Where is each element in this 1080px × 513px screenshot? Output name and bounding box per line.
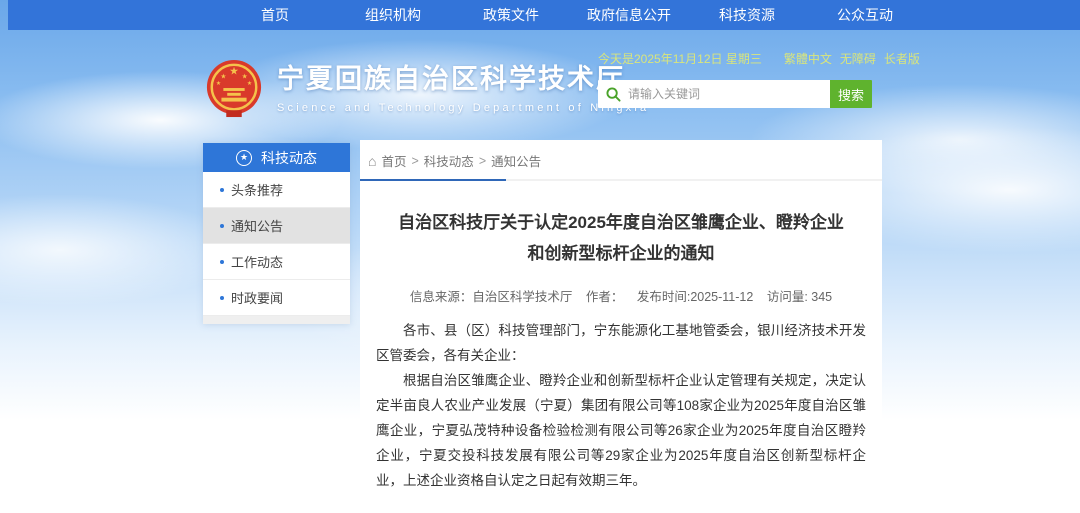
main-content-panel: ⌂ 首页 > 科技动态 > 通知公告 自治区科技厅关于认定2025年度自治区雏鹰…: [360, 140, 882, 513]
nav-item-organization[interactable]: 组织机构: [334, 5, 452, 25]
header-utilities: 今天是2025年11月12日 星期三 繁體中文 无障碍 长者版 搜索: [598, 50, 872, 108]
article-paragraph: 各市、县（区）科技管理部门，宁东能源化工基地管委会，银川经济技术开发区管委会，各…: [376, 318, 866, 368]
nav-item-policy-documents[interactable]: 政策文件: [452, 5, 570, 25]
circled-star-icon: ★: [236, 150, 252, 166]
sidebar-item-label: 时政要闻: [231, 288, 283, 307]
search-input[interactable]: [628, 82, 830, 106]
site-title: 宁夏回族自治区科学技术厅: [277, 66, 649, 93]
sidebar-footer-strip: [203, 316, 350, 324]
link-elderly-version[interactable]: 长者版: [884, 50, 920, 67]
sidebar-header-label: 科技动态: [261, 148, 317, 168]
sidebar-item-headline-picks[interactable]: 头条推荐: [203, 172, 350, 208]
meta-source: 信息来源：自治区科学技术厅: [410, 290, 573, 304]
search-bar: 搜索: [598, 80, 872, 108]
bullet-dot-icon: [220, 296, 224, 300]
national-emblem-icon: ★ ★ ★ ★ ★: [205, 58, 263, 120]
sidebar-item-label: 通知公告: [231, 216, 283, 235]
article: 自治区科技厅关于认定2025年度自治区雏鹰企业、瞪羚企业 和创新型标杆企业的通知…: [360, 207, 882, 513]
breadcrumb-notices[interactable]: 通知公告: [491, 151, 541, 170]
search-button[interactable]: 搜索: [830, 80, 872, 108]
header-meta-row: 今天是2025年11月12日 星期三 繁體中文 无障碍 长者版: [598, 50, 872, 67]
meta-visit-count: 访问量: 345: [767, 290, 832, 304]
nav-item-gov-info-disclosure[interactable]: 政府信息公开: [570, 5, 688, 25]
breadcrumb-separator: >: [411, 154, 418, 168]
article-title-line1: 自治区科技厅关于认定2025年度自治区雏鹰企业、瞪羚企业: [376, 207, 866, 238]
sidebar-item-work-dynamics[interactable]: 工作动态: [203, 244, 350, 280]
article-title: 自治区科技厅关于认定2025年度自治区雏鹰企业、瞪羚企业 和创新型标杆企业的通知: [376, 207, 866, 270]
top-navigation: 首页 组织机构 政策文件 政府信息公开 科技资源 公众互动: [8, 0, 1080, 30]
article-paragraph: 根据自治区雏鹰企业、瞪羚企业和创新型标杆企业认定管理有关规定，决定认定半亩良人农…: [376, 368, 866, 493]
breadcrumb-separator: >: [479, 154, 486, 168]
bullet-dot-icon: [220, 224, 224, 228]
sidebar-item-label: 工作动态: [231, 252, 283, 271]
nav-item-home[interactable]: 首页: [216, 5, 334, 25]
sidebar-item-political-news[interactable]: 时政要闻: [203, 280, 350, 316]
nav-item-tech-resources[interactable]: 科技资源: [688, 5, 806, 25]
sidebar-tech-news: ★ 科技动态 头条推荐 通知公告 工作动态 时政要闻: [203, 143, 350, 324]
home-icon: ⌂: [368, 154, 376, 168]
breadcrumb-divider: [360, 179, 882, 181]
svg-text:★: ★: [229, 66, 239, 78]
search-box: [598, 80, 830, 108]
bullet-dot-icon: [220, 260, 224, 264]
meta-author: 作者：: [586, 290, 624, 304]
bullet-dot-icon: [220, 188, 224, 192]
site-subtitle: Science and Technology Department of Nin…: [277, 102, 649, 114]
svg-text:★: ★: [220, 73, 226, 80]
search-icon: [598, 87, 628, 102]
svg-text:★: ★: [242, 73, 248, 80]
nav-item-public-interaction[interactable]: 公众互动: [806, 5, 924, 25]
meta-publish-date: 发布时间:2025-11-12: [637, 290, 754, 304]
breadcrumb-tech-news[interactable]: 科技动态: [424, 151, 474, 170]
article-title-line2: 和创新型标杆企业的通知: [376, 238, 866, 269]
article-body: 各市、县（区）科技管理部门，宁东能源化工基地管委会，银川经济技术开发区管委会，各…: [376, 318, 866, 493]
site-header: ★ ★ ★ ★ ★ 宁夏回族自治区科学技术厅 Science and Techn…: [0, 40, 1080, 140]
sidebar-header: ★ 科技动态: [203, 143, 350, 172]
article-meta: 信息来源：自治区科学技术厅 作者： 发布时间:2025-11-12 访问量: 3…: [376, 286, 866, 305]
current-date: 今天是2025年11月12日 星期三: [598, 50, 762, 67]
breadcrumb: ⌂ 首页 > 科技动态 > 通知公告: [360, 140, 882, 179]
link-accessibility[interactable]: 无障碍: [840, 50, 876, 67]
svg-text:★: ★: [216, 80, 221, 87]
link-traditional-chinese[interactable]: 繁體中文: [784, 50, 832, 67]
breadcrumb-divider-accent: [360, 179, 506, 181]
site-logo[interactable]: ★ ★ ★ ★ ★ 宁夏回族自治区科学技术厅 Science and Techn…: [205, 58, 649, 120]
svg-text:★: ★: [247, 80, 252, 87]
breadcrumb-home[interactable]: 首页: [381, 151, 406, 170]
sidebar-item-label: 头条推荐: [231, 180, 283, 199]
sidebar-item-notices[interactable]: 通知公告: [203, 208, 350, 244]
